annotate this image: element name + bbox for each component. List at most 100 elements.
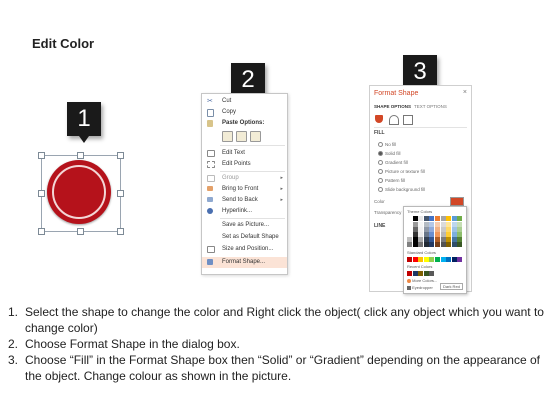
edit-text-icon: [207, 150, 215, 157]
resize-handle[interactable]: [38, 228, 45, 235]
tab-text-options[interactable]: TEXT OPTIONS: [414, 104, 447, 109]
fill-section-header[interactable]: FILL: [374, 130, 385, 136]
color-swatch[interactable]: [429, 242, 435, 247]
paste-keep-formatting-icon[interactable]: [222, 131, 233, 142]
resize-handle[interactable]: [117, 228, 124, 235]
pane-divider: [374, 127, 467, 128]
menu-item-label: Cut: [222, 98, 232, 104]
eyedropper-item[interactable]: Eyedropper: [407, 285, 433, 290]
fill-option-slide-background[interactable]: Slide background fill: [378, 187, 425, 193]
color-swatch[interactable]: [412, 216, 418, 221]
menu-item-edit-points[interactable]: Edit Points: [202, 159, 287, 170]
color-swatch[interactable]: [435, 257, 440, 262]
menu-item-copy[interactable]: Copy: [202, 107, 287, 118]
menu-item-format-shape[interactable]: Format Shape...: [202, 257, 287, 268]
menu-item-edit-text[interactable]: Edit Text: [202, 148, 287, 159]
color-swatch[interactable]: [418, 216, 424, 221]
color-swatch[interactable]: [418, 257, 424, 262]
color-swatch[interactable]: [412, 242, 418, 247]
copy-icon: [207, 109, 214, 117]
submenu-arrow-icon: ▸: [280, 175, 283, 181]
color-swatch[interactable]: [457, 216, 463, 221]
color-swatch[interactable]: [451, 242, 457, 247]
menu-item-set-default-shape[interactable]: Set as Default Shape: [202, 232, 287, 243]
color-swatch[interactable]: [435, 216, 440, 221]
instruction-number: 3.: [8, 353, 19, 367]
color-swatch[interactable]: [457, 242, 463, 247]
color-swatch[interactable]: [429, 271, 435, 276]
color-swatch[interactable]: [429, 257, 435, 262]
color-swatch[interactable]: [440, 242, 446, 247]
fill-option-pattern[interactable]: Pattern fill: [378, 178, 405, 184]
menu-item-save-as-picture[interactable]: Save as Picture...: [202, 220, 287, 231]
color-swatch[interactable]: [407, 216, 412, 221]
color-swatch[interactable]: [418, 242, 424, 247]
color-swatch[interactable]: [412, 257, 418, 262]
color-swatch[interactable]: [423, 271, 429, 276]
instruction-text: Select the shape to change the color and…: [25, 305, 544, 335]
option-label: Gradient fill: [385, 160, 408, 165]
resize-handle[interactable]: [117, 190, 124, 197]
resize-handle[interactable]: [117, 152, 124, 159]
menu-item-group[interactable]: Group ▸: [202, 173, 287, 184]
effects-icon[interactable]: [389, 115, 399, 125]
color-swatch[interactable]: [446, 216, 452, 221]
menu-item-label: Group: [222, 175, 239, 181]
menu-item-paste-options[interactable]: Paste Options:: [202, 118, 287, 129]
instruction-text: Choose Format Shape in the dialog box.: [25, 337, 240, 351]
color-swatch[interactable]: [451, 257, 457, 262]
context-menu: ✂ Cut Copy Paste Options: Edit Text Edit…: [201, 93, 288, 275]
color-swatch[interactable]: [407, 257, 412, 262]
color-swatch[interactable]: [435, 242, 440, 247]
fill-option-picture[interactable]: Picture or texture fill: [378, 169, 425, 175]
color-swatch[interactable]: [407, 271, 412, 276]
resize-handle[interactable]: [77, 152, 84, 159]
size-properties-icon[interactable]: [403, 115, 413, 125]
menu-item-bring-to-front[interactable]: Bring to Front ▸: [202, 184, 287, 195]
resize-handle[interactable]: [77, 228, 84, 235]
color-swatch[interactable]: [407, 242, 412, 247]
menu-item-cut[interactable]: ✂ Cut: [202, 96, 287, 107]
transparency-label: Transparency: [374, 210, 402, 215]
fill-line-icon[interactable]: [375, 115, 383, 123]
fill-option-solid[interactable]: Solid fill: [378, 151, 401, 157]
send-back-icon: [207, 197, 213, 202]
fill-option-no-fill[interactable]: No fill: [378, 142, 396, 148]
menu-item-hyperlink[interactable]: Hyperlink...: [202, 206, 287, 217]
page-title: Edit Color: [32, 36, 95, 51]
paste-text-only-icon[interactable]: [250, 131, 261, 142]
resize-handle[interactable]: [38, 190, 45, 197]
color-swatch[interactable]: [412, 271, 418, 276]
color-swatch[interactable]: [446, 242, 452, 247]
edit-points-icon: [207, 161, 215, 168]
resize-handle[interactable]: [38, 152, 45, 159]
color-swatch[interactable]: [440, 216, 446, 221]
fill-option-gradient[interactable]: Gradient fill: [378, 160, 408, 166]
color-swatch[interactable]: [451, 216, 457, 221]
tab-shape-options[interactable]: SHAPE OPTIONS: [374, 104, 411, 109]
more-colors-item[interactable]: More Colors...: [407, 278, 437, 283]
menu-item-size-and-position[interactable]: Size and Position...: [202, 244, 287, 255]
paste-picture-icon[interactable]: [236, 131, 247, 142]
red-circle-shape[interactable]: [47, 160, 111, 224]
step-badge-1: 1: [67, 102, 101, 143]
group-icon: [207, 175, 215, 182]
close-icon[interactable]: ×: [463, 89, 467, 96]
paste-icon: [207, 120, 213, 127]
menu-item-send-to-back[interactable]: Send to Back ▸: [202, 195, 287, 206]
instruction-item: 1. Select the shape to change the color …: [8, 304, 553, 336]
color-swatch[interactable]: [440, 257, 446, 262]
menu-separator: [220, 145, 285, 146]
color-swatch[interactable]: [429, 216, 435, 221]
color-swatch[interactable]: [457, 257, 463, 262]
color-swatch[interactable]: [423, 242, 429, 247]
fill-color-button[interactable]: [450, 197, 464, 206]
color-swatch[interactable]: [446, 257, 452, 262]
menu-item-label: Edit Points: [222, 161, 251, 167]
color-swatch[interactable]: [423, 257, 429, 262]
line-section-header[interactable]: LINE: [374, 223, 385, 229]
option-label: Solid fill: [385, 151, 401, 156]
color-swatch[interactable]: [418, 271, 424, 276]
color-swatch[interactable]: [423, 216, 429, 221]
circle-ring: [52, 165, 106, 219]
